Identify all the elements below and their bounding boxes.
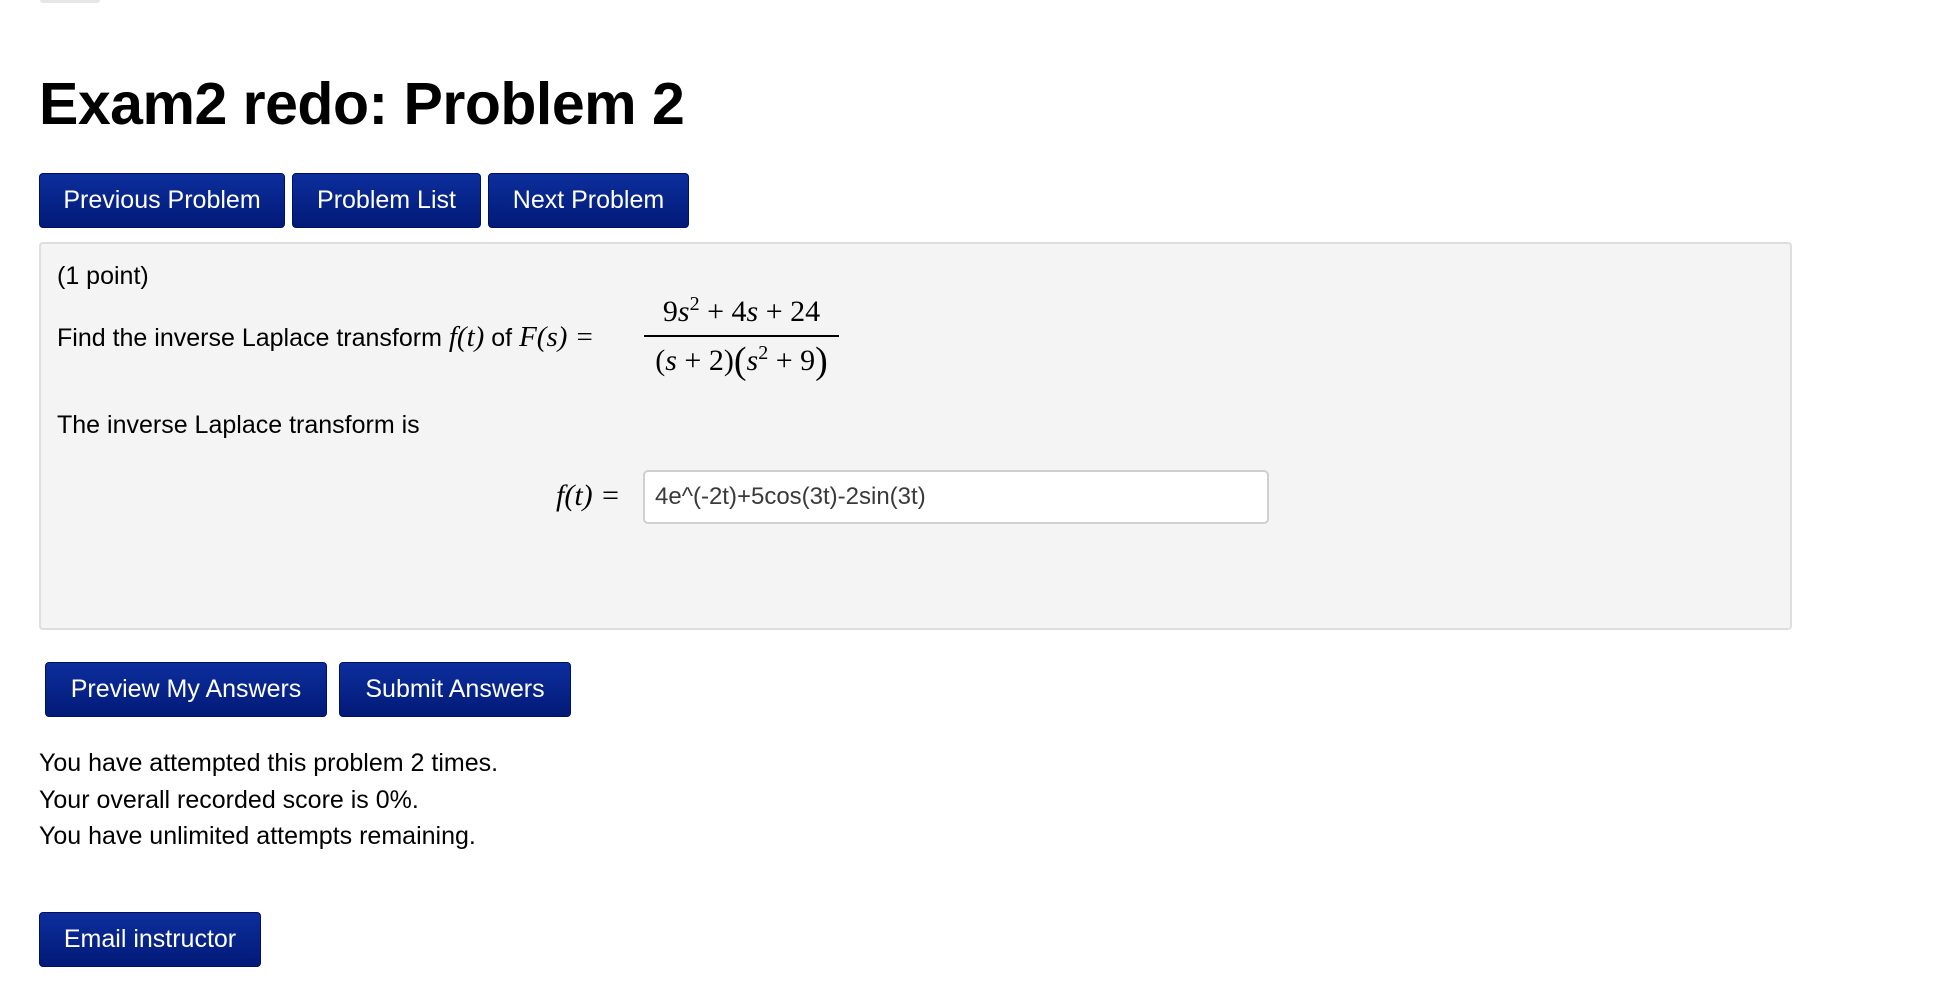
page-title: Exam2 redo: Problem 2: [39, 71, 685, 137]
submit-answers-button[interactable]: Submit Answers: [339, 662, 571, 717]
problem-points: (1 point): [57, 262, 149, 290]
transform-lhs: F(s) =: [519, 321, 595, 353]
problem-prompt: Find the inverse Laplace transform f(t) …: [57, 322, 594, 353]
attempts-text: You have attempted this problem 2 times.: [39, 749, 499, 777]
fraction-bar: [644, 335, 839, 337]
fraction-numerator: 9s2 + 4s + 24: [662, 293, 821, 328]
problem-panel: (1 point) Find the inverse Laplace trans…: [39, 242, 1792, 630]
remaining-text: You have unlimited attempts remaining.: [39, 822, 476, 850]
attempt-status: You have attempted this problem 2 times.…: [39, 745, 498, 855]
prompt-text: Find the inverse Laplace transform: [57, 324, 442, 352]
prompt-of: of: [491, 324, 513, 352]
next-problem-button[interactable]: Next Problem: [488, 173, 689, 228]
previous-problem-button[interactable]: Previous Problem: [39, 173, 285, 228]
answer-input[interactable]: [643, 470, 1269, 524]
answer-intro: The inverse Laplace transform is: [57, 411, 420, 439]
transform-fraction: 9s2 + 4s + 24 (s + 2)(s2 + 9): [644, 293, 839, 382]
answer-label: f(t) =: [556, 479, 621, 512]
preview-answers-button[interactable]: Preview My Answers: [45, 662, 327, 717]
fraction-denominator: (s + 2)(s2 + 9): [655, 340, 828, 382]
prompt-function: f(t): [448, 321, 485, 353]
email-instructor-button[interactable]: Email instructor: [39, 912, 261, 967]
score-text: Your overall recorded score is 0%.: [39, 785, 419, 814]
problem-list-button[interactable]: Problem List: [292, 173, 481, 228]
top-edge-tab: [40, 0, 100, 3]
